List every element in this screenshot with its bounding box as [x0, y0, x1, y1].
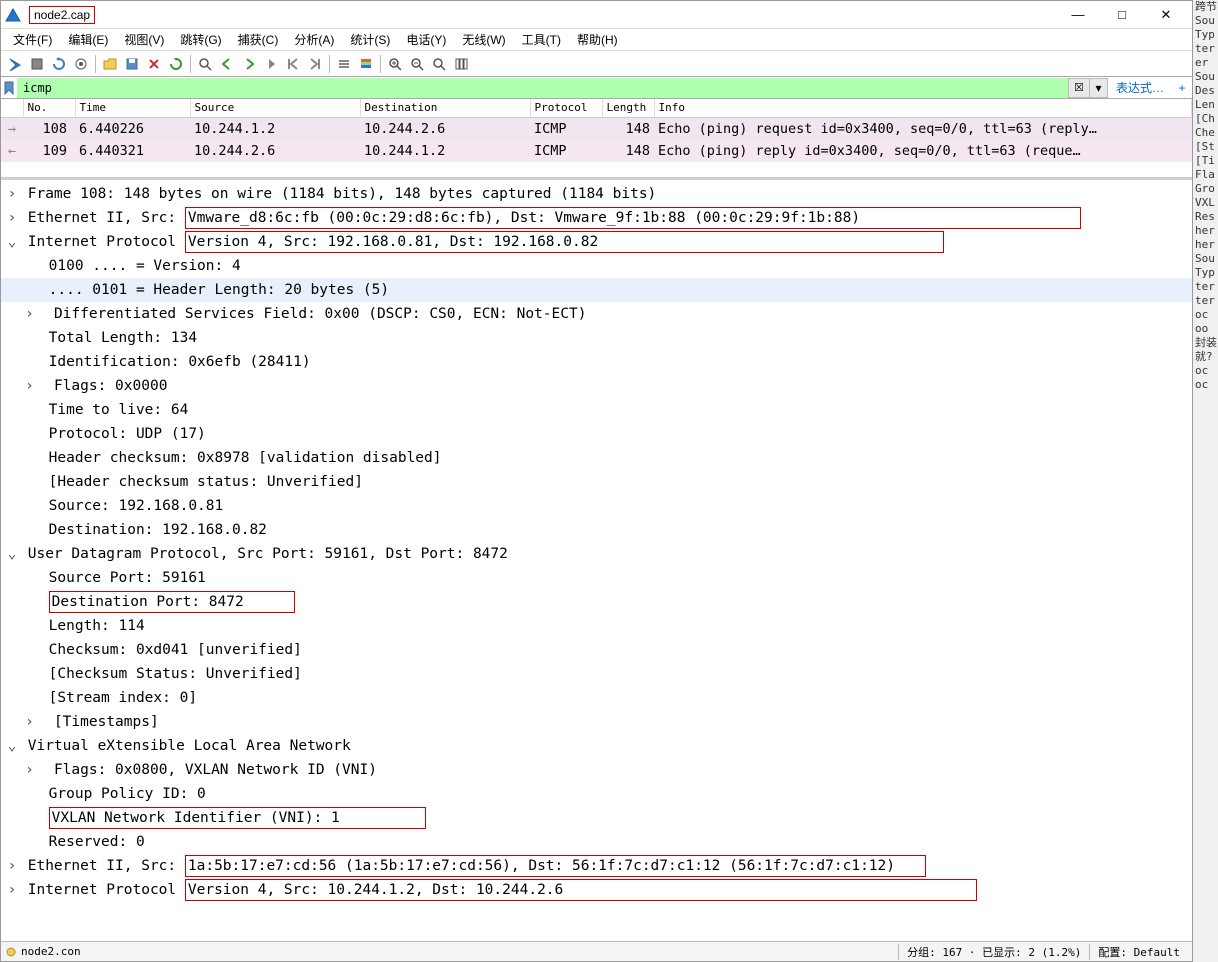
filter-dropdown-button[interactable]: ▾ [1090, 78, 1108, 98]
zoom-reset-icon[interactable] [429, 54, 449, 74]
tree-udp-csum-status[interactable]: [Checksum Status: Unverified] [1, 662, 1192, 686]
tree-udp-sport[interactable]: Source Port: 59161 [1, 566, 1192, 590]
tree-ip-inner[interactable]: › Internet Protocol Version 4, Src: 10.2… [1, 878, 1192, 902]
tree-udp-dport[interactable]: Destination Port: 8472 [1, 590, 1192, 614]
restart-capture-icon[interactable] [49, 54, 69, 74]
col-proto: Protocol [530, 99, 602, 117]
tree-vxlan-flags[interactable]: › Flags: 0x0800, VXLAN Network ID (VNI) [1, 758, 1192, 782]
col-no: No. [23, 99, 75, 117]
tree-udp[interactable]: ⌄ User Datagram Protocol, Src Port: 5916… [1, 542, 1192, 566]
status-profile[interactable]: 配置: Default [1089, 944, 1188, 960]
stop-capture-icon[interactable] [27, 54, 47, 74]
maximize-button[interactable]: □ [1100, 3, 1144, 27]
tree-vxlan-vni[interactable]: VXLAN Network Identifier (VNI): 1 [1, 806, 1192, 830]
toolbar [1, 51, 1192, 77]
col-len: Length [602, 99, 654, 117]
packet-list-header[interactable]: No. Time Source Destination Protocol Len… [1, 99, 1192, 117]
tree-ip-version[interactable]: 0100 .... = Version: 4 [1, 254, 1192, 278]
status-bar: node2.con 分组: 167 · 已显示: 2 (1.2%) 配置: De… [1, 941, 1192, 961]
zoom-out-icon[interactable] [407, 54, 427, 74]
tree-ip-flags[interactable]: › Flags: 0x0000 [1, 374, 1192, 398]
menu-capture[interactable]: 捕获(C) [230, 29, 287, 50]
tree-ip-hcsum[interactable]: Header checksum: 0x8978 [validation disa… [1, 446, 1192, 470]
save-file-icon[interactable] [122, 54, 142, 74]
reload-icon[interactable] [166, 54, 186, 74]
tree-udp-len[interactable]: Length: 114 [1, 614, 1192, 638]
tree-udp-csum[interactable]: Checksum: 0xd041 [unverified] [1, 638, 1192, 662]
title-bar: node2.cap — □ ✕ [1, 1, 1192, 29]
go-last-icon[interactable] [305, 54, 325, 74]
zoom-in-icon[interactable] [385, 54, 405, 74]
expression-button[interactable]: 表达式… [1108, 79, 1172, 96]
menu-statistics[interactable]: 统计(S) [342, 29, 398, 50]
packet-row[interactable]: →1086.44022610.244.1.210.244.2.6ICMP148E… [1, 117, 1192, 140]
colorize-icon[interactable] [356, 54, 376, 74]
tree-ip-proto[interactable]: Protocol: UDP (17) [1, 422, 1192, 446]
tree-ip-dsf[interactable]: › Differentiated Services Field: 0x00 (D… [1, 302, 1192, 326]
menu-bar: 文件(F) 编辑(E) 视图(V) 跳转(G) 捕获(C) 分析(A) 统计(S… [1, 29, 1192, 51]
tree-ip-hcsum-status[interactable]: [Header checksum status: Unverified] [1, 470, 1192, 494]
status-file[interactable]: node2.con [5, 945, 81, 958]
tree-vxlan[interactable]: ⌄ Virtual eXtensible Local Area Network [1, 734, 1192, 758]
tree-ip-ttl[interactable]: Time to live: 64 [1, 398, 1192, 422]
filter-clear-button[interactable]: ☒ [1068, 78, 1090, 98]
menu-tools[interactable]: 工具(T) [514, 29, 569, 50]
menu-edit[interactable]: 编辑(E) [60, 29, 116, 50]
tree-ip-ident[interactable]: Identification: 0x6efb (28411) [1, 350, 1192, 374]
menu-analyze[interactable]: 分析(A) [286, 29, 342, 50]
go-to-packet-icon[interactable] [261, 54, 281, 74]
col-dest: Destination [360, 99, 530, 117]
menu-telephony[interactable]: 电话(Y) [398, 29, 454, 50]
menu-go[interactable]: 跳转(G) [172, 29, 229, 50]
bullet-icon [5, 946, 17, 958]
tree-ip-totlen[interactable]: Total Length: 134 [1, 326, 1192, 350]
tree-udp-stream[interactable]: [Stream index: 0] [1, 686, 1192, 710]
filter-bookmark-icon[interactable] [1, 79, 17, 97]
go-forward-icon[interactable] [239, 54, 259, 74]
close-file-icon[interactable] [144, 54, 164, 74]
tree-ip-outer[interactable]: ⌄ Internet Protocol Version 4, Src: 192.… [1, 230, 1192, 254]
tree-frame[interactable]: › Frame 108: 148 bytes on wire (1184 bit… [1, 182, 1192, 206]
display-filter-input[interactable] [17, 78, 1068, 98]
packet-row[interactable]: ←1096.44032110.244.2.610.244.1.2ICMP148E… [1, 140, 1192, 162]
auto-scroll-icon[interactable] [334, 54, 354, 74]
tree-ip-hlen[interactable]: .... 0101 = Header Length: 20 bytes (5) [1, 278, 1192, 302]
minimize-button[interactable]: — [1056, 3, 1100, 27]
capture-options-icon[interactable] [71, 54, 91, 74]
app-icon [5, 7, 21, 23]
tree-vxlan-gpid[interactable]: Group Policy ID: 0 [1, 782, 1192, 806]
menu-help[interactable]: 帮助(H) [569, 29, 626, 50]
close-button[interactable]: ✕ [1144, 3, 1188, 27]
tree-ip-dst[interactable]: Destination: 192.168.0.82 [1, 518, 1192, 542]
col-source: Source [190, 99, 360, 117]
window-title: node2.cap [27, 8, 1056, 22]
tree-ip-src[interactable]: Source: 192.168.0.81 [1, 494, 1192, 518]
menu-wireless[interactable]: 无线(W) [454, 29, 513, 50]
menu-file[interactable]: 文件(F) [5, 29, 60, 50]
col-info: Info [654, 99, 1192, 117]
tree-eth-outer[interactable]: › Ethernet II, Src: Vmware_d8:6c:fb (00:… [1, 206, 1192, 230]
open-file-icon[interactable] [100, 54, 120, 74]
packet-details[interactable]: › Frame 108: 148 bytes on wire (1184 bit… [1, 177, 1192, 941]
background-fragments: 跨节SouTyptererSouDesLen[ChChe[St[TiFlaGro… [1195, 0, 1218, 392]
resize-columns-icon[interactable] [451, 54, 471, 74]
col-time: Time [75, 99, 190, 117]
tree-udp-timestamps[interactable]: › [Timestamps] [1, 710, 1192, 734]
find-icon[interactable] [195, 54, 215, 74]
filter-bar: ☒ ▾ 表达式… + [1, 77, 1192, 99]
go-first-icon[interactable] [283, 54, 303, 74]
menu-view[interactable]: 视图(V) [116, 29, 172, 50]
tree-vxlan-reserved[interactable]: Reserved: 0 [1, 830, 1192, 854]
go-back-icon[interactable] [217, 54, 237, 74]
status-packets: 分组: 167 · 已显示: 2 (1.2%) [898, 944, 1089, 960]
packet-list[interactable]: No. Time Source Destination Protocol Len… [1, 99, 1192, 177]
tree-eth-inner[interactable]: › Ethernet II, Src: 1a:5b:17:e7:cd:56 (1… [1, 854, 1192, 878]
start-capture-icon[interactable] [5, 54, 25, 74]
filter-add-button[interactable]: + [1172, 81, 1192, 95]
